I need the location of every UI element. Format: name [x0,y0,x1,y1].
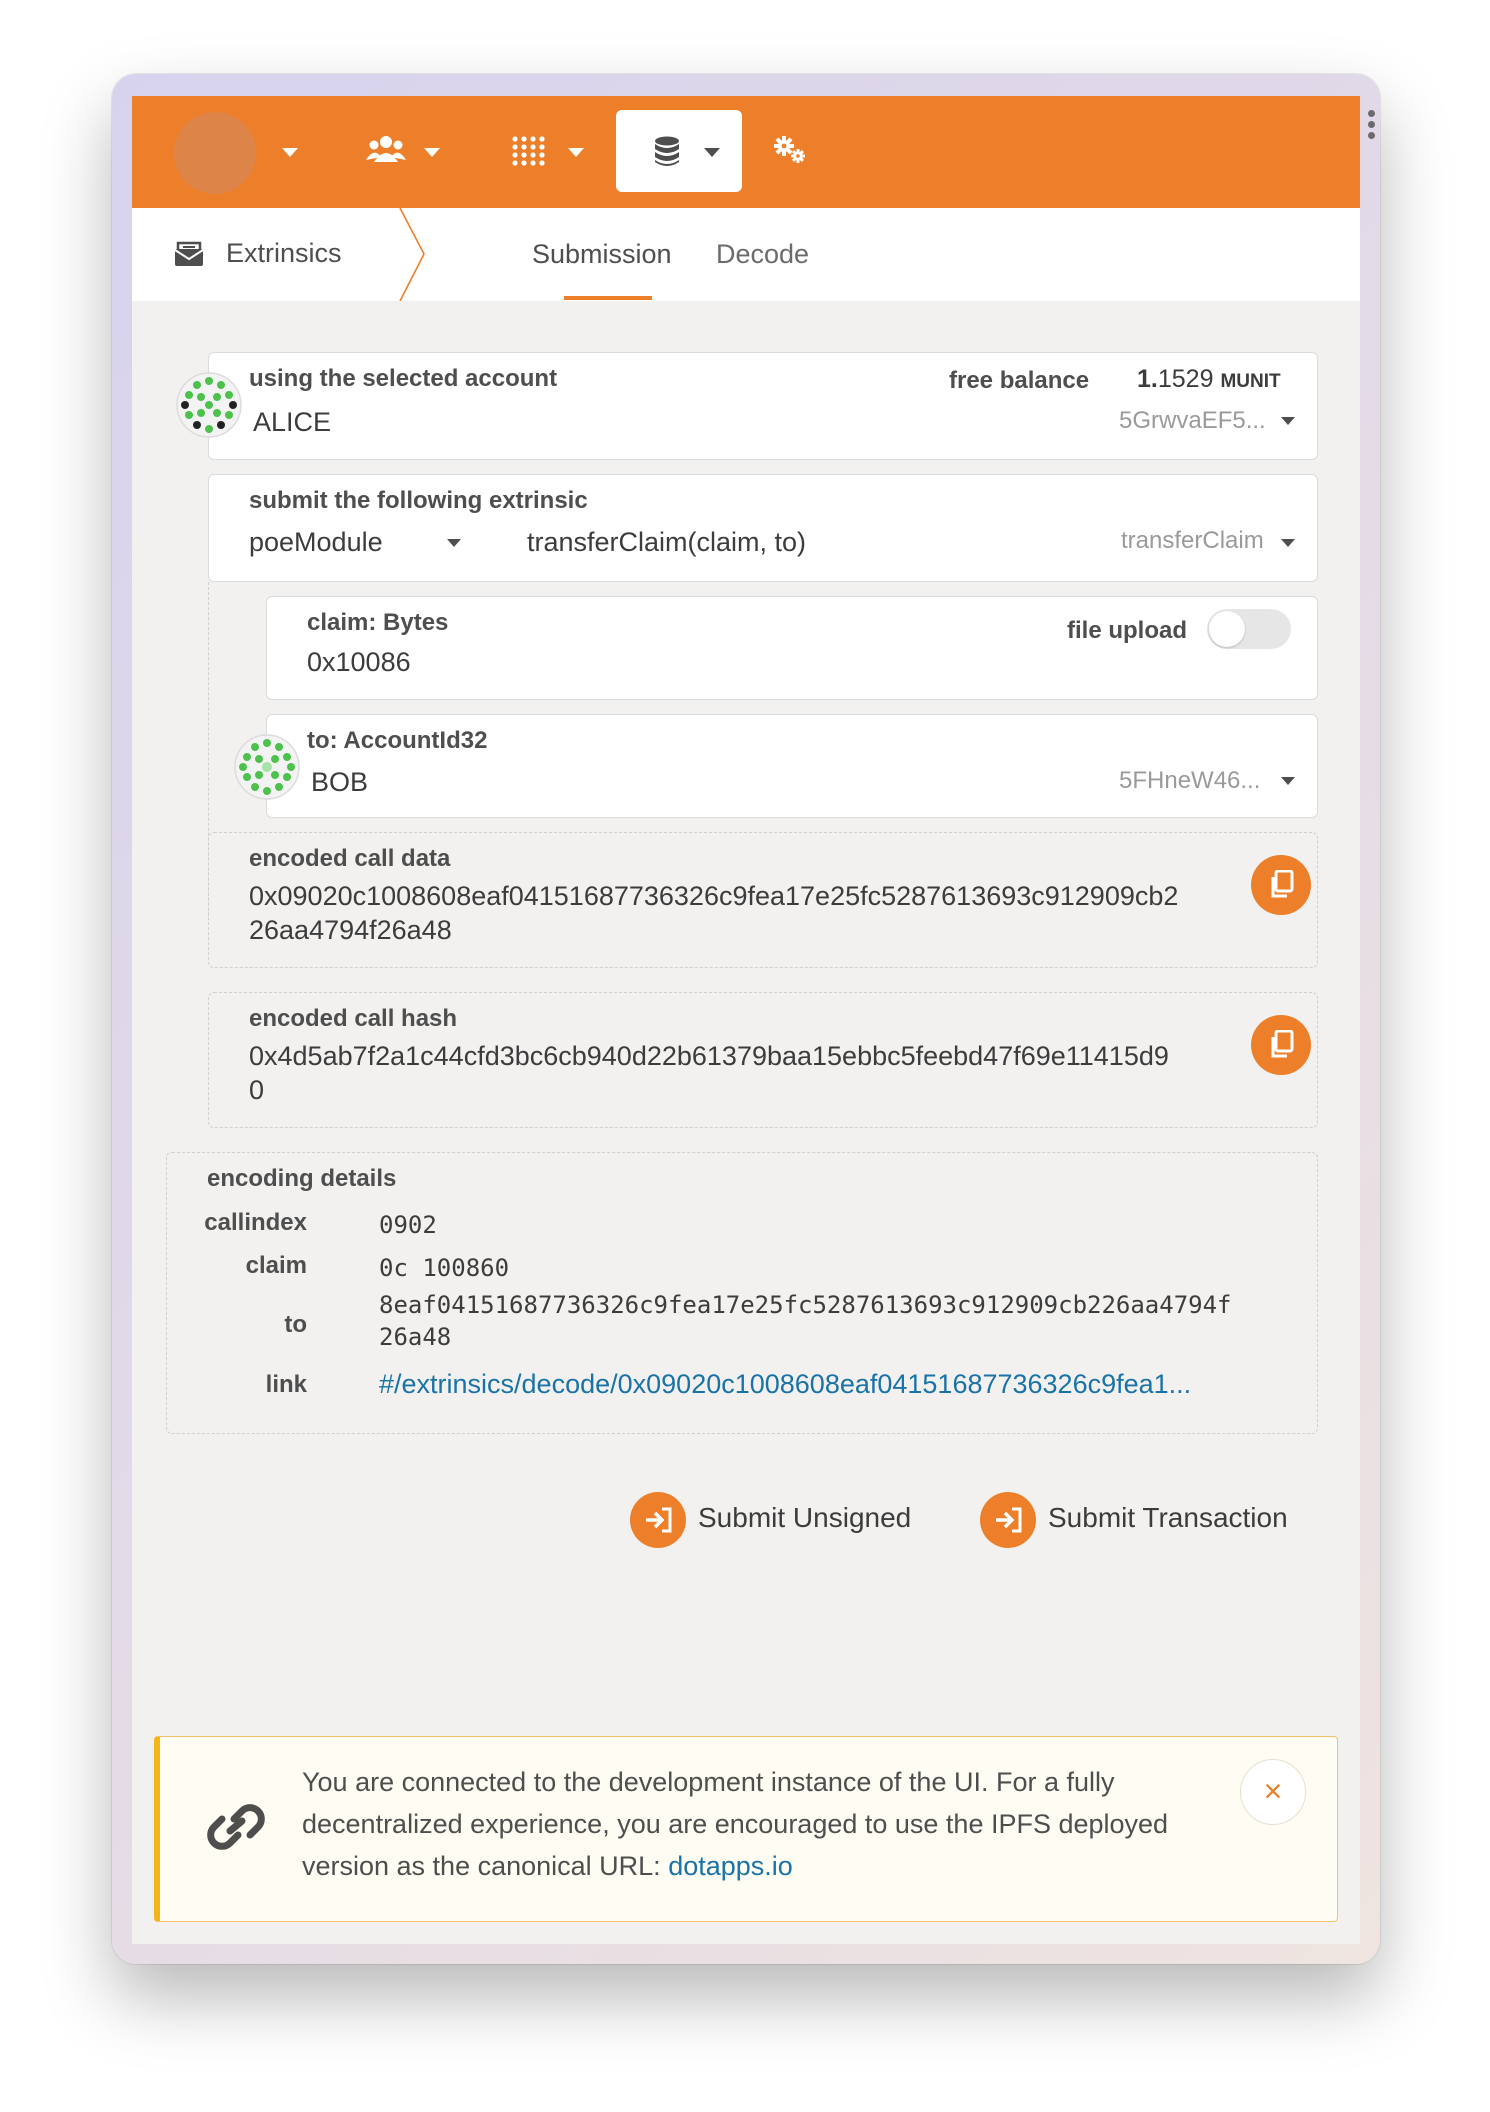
arrow-into-box-icon [996,1507,1022,1533]
copy-call-data-button[interactable] [1251,855,1311,915]
window-grip-handle[interactable] [1368,110,1376,143]
call-hash-line2: 0 [249,1075,265,1105]
call-data-label: encoded call data [249,845,451,872]
chevron-down-icon[interactable] [447,539,461,547]
to-label: to: AccountId32 [307,727,488,754]
chevron-down-icon[interactable] [1281,417,1295,425]
account-name: ALICE [253,407,332,437]
tab-decode[interactable]: Decode [716,239,809,270]
claim-param: claim: Bytes 0x10086 file upload [266,596,1318,700]
claim-enc-value: 0c 100860 [379,1254,510,1282]
dev-instance-notice: You are connected to the development ins… [154,1736,1338,1922]
page-header: Extrinsics Submission Decode [132,208,1360,301]
extrinsic-selector: submit the following extrinsic poeModule… [208,474,1318,582]
toggle-knob [1209,611,1245,647]
bob-identicon [234,734,300,800]
to-account-address: 5FHneW46... [1119,767,1261,794]
free-balance-value: 1.1529 MUNIT [1137,365,1281,394]
sign-in-icon [980,1492,1036,1548]
active-tab-indicator [564,296,652,300]
encoded-call-hash: encoded call hash 0x4d5ab7f2a1c44cfd3bc6… [208,992,1318,1128]
balance-integer: 1. [1137,365,1158,393]
dotapps-link[interactable]: dotapps.io [668,1851,793,1881]
claim-input[interactable]: 0x10086 [307,647,411,678]
chevron-down-icon[interactable] [424,148,440,157]
to-account-name: BOB [311,767,369,797]
chevron-down-icon[interactable] [282,148,298,157]
developer-menu-selected[interactable] [616,110,742,192]
module-select[interactable]: poeModule [249,527,383,558]
submit-unsigned-label: Submit Unsigned [698,1502,912,1533]
callindex-label: callindex [204,1209,307,1236]
claim-enc-label: claim [245,1252,307,1279]
notice-text: You are connected to the development ins… [302,1761,1202,1887]
call-data-line1: 0x09020c1008608eaf04151687736326c9fea17e… [249,881,1179,911]
balance-unit: MUNIT [1220,371,1281,392]
call-hash-label: encoded call hash [249,1005,458,1032]
close-notice-button[interactable]: × [1240,1759,1306,1825]
copy-icon [1271,870,1294,898]
account-label: using the selected account [249,365,558,392]
link-label: link [265,1371,307,1398]
polkadot-app: Extrinsics Submission Decode using the s… [132,96,1360,1944]
database-icon [655,136,679,166]
to-enc-line1: 8eaf04151687736326c9fea17e25fc5287613693… [379,1291,1232,1319]
account-selector[interactable]: using the selected account ALICE free ba… [208,352,1318,460]
chevron-down-icon [704,148,720,157]
to-enc-line2: 26a48 [379,1323,452,1351]
callindex-value: 0902 [379,1211,437,1239]
extrinsic-label: submit the following extrinsic [249,487,588,514]
chevron-down-icon[interactable] [1281,777,1295,785]
chain-logo-avatar[interactable] [174,112,256,194]
encoding-title: encoding details [207,1165,397,1192]
encoding-details: encoding details callindex 0902 claim 0c… [166,1152,1318,1434]
breadcrumb-chevron [399,208,425,301]
network-grid-icon[interactable] [512,136,546,166]
call-data-line2: 26aa4794f26a48 [249,915,452,945]
method-name: transferClaim [1121,527,1264,554]
file-upload-label: file upload [1067,617,1187,644]
sign-in-icon [630,1492,686,1548]
page-title: Extrinsics [226,238,342,268]
chevron-down-icon[interactable] [568,148,584,157]
free-balance-label: free balance [949,367,1090,394]
decode-link[interactable]: #/extrinsics/decode/0x09020c1008608eaf04… [379,1369,1191,1400]
account-address: 5GrwvaEF5... [1119,407,1266,434]
submit-transaction-label: Submit Transaction [1048,1502,1288,1533]
app-window: Extrinsics Submission Decode using the s… [112,74,1380,1964]
chevron-down-icon[interactable] [1281,539,1295,547]
claim-label: claim: Bytes [307,609,449,636]
alice-identicon [176,372,242,438]
link-chain-icon [207,1804,265,1850]
call-hash-line1: 0x4d5ab7f2a1c44cfd3bc6cb940d22b61379baa1… [249,1041,1169,1071]
arrow-into-box-icon [646,1507,672,1533]
call-select[interactable]: transferClaim(claim, to) [527,527,806,558]
file-upload-toggle[interactable] [1207,609,1291,649]
copy-call-hash-button[interactable] [1251,1015,1311,1075]
copy-icon [1271,1030,1294,1058]
top-nav-bar [132,96,1360,208]
extrinsics-envelope-icon [174,241,204,266]
accounts-icon[interactable] [366,134,406,166]
tab-submission[interactable]: Submission [532,239,672,270]
to-param[interactable]: to: AccountId32 BOB 5FHneW46... [266,714,1318,818]
encoded-call-data: encoded call data 0x09020c1008608eaf0415… [208,832,1318,968]
to-enc-label: to [284,1311,307,1338]
settings-gears-icon[interactable] [772,134,808,166]
balance-fraction: 1529 [1157,365,1214,393]
